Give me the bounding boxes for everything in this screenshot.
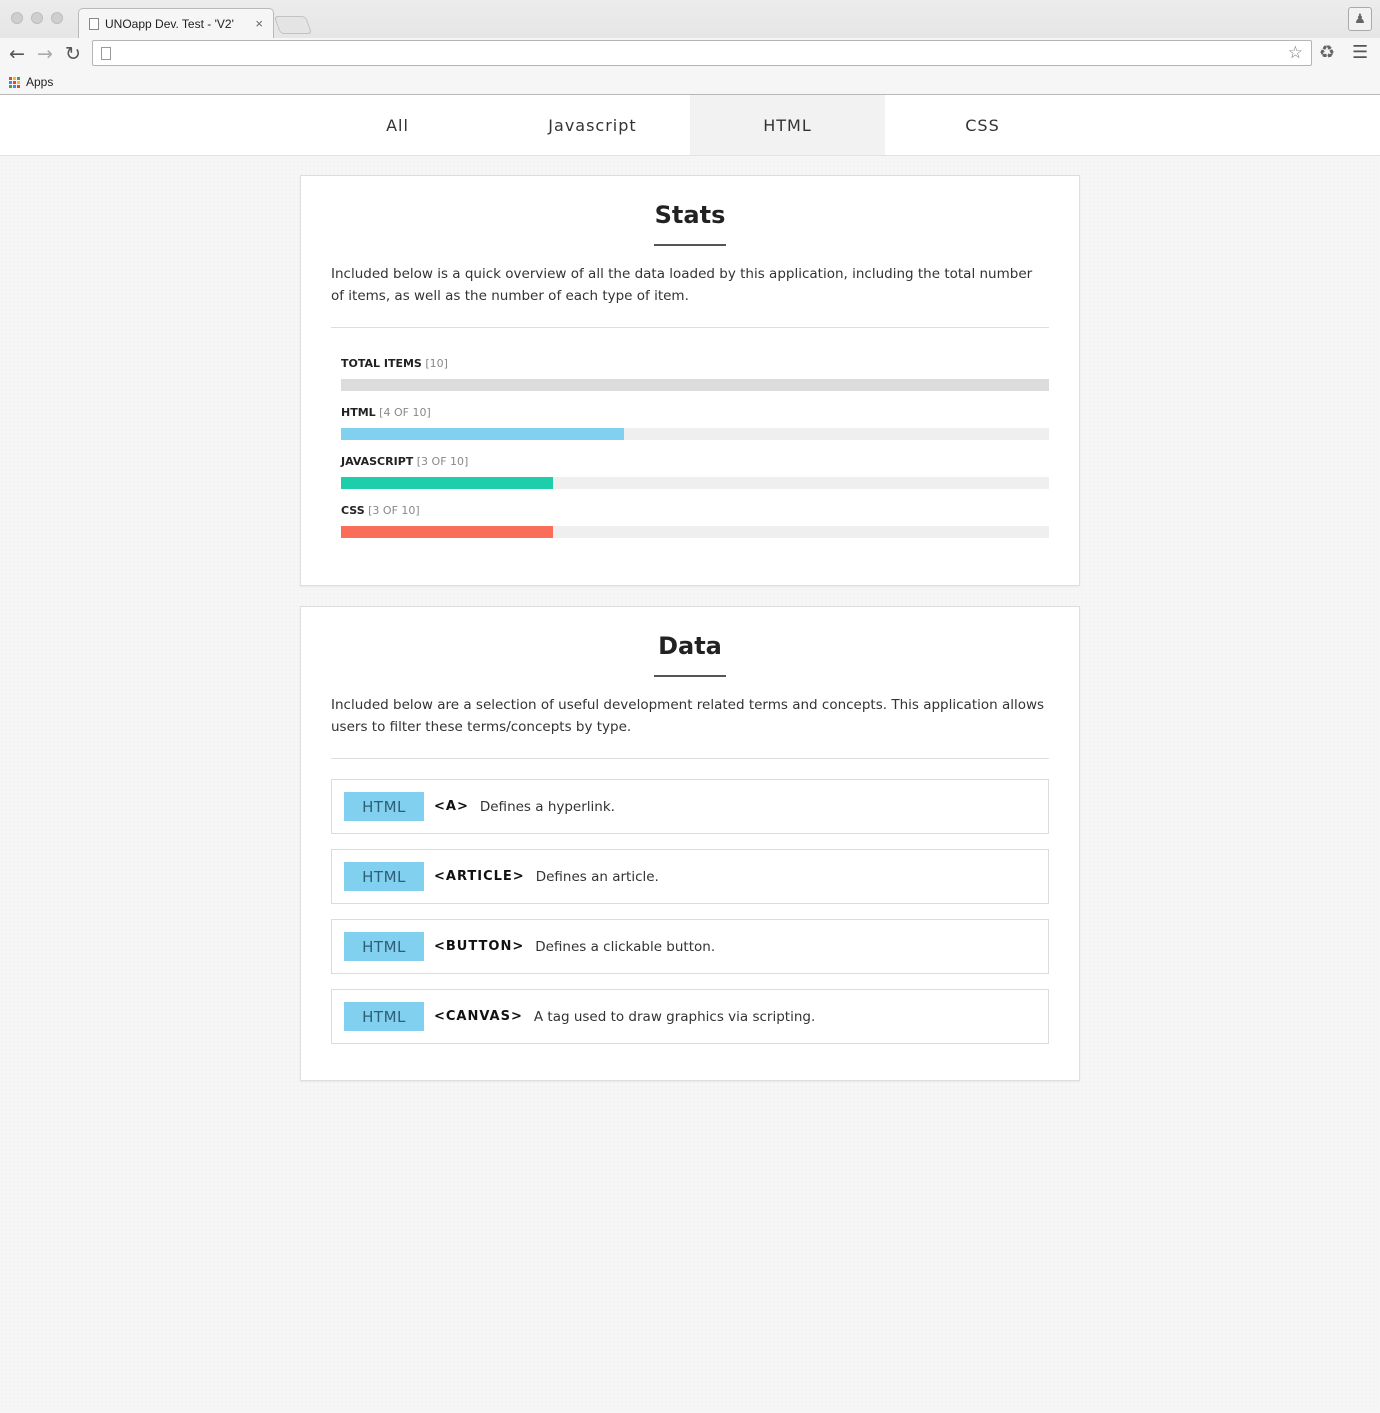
item-description: A tag used to draw graphics via scriptin… [533, 1008, 816, 1025]
forward-arrow-icon[interactable]: → [34, 42, 56, 66]
recycle-icon[interactable]: ♻ [1319, 42, 1335, 63]
stat-label: HTML [4 OF 10] [341, 406, 1049, 420]
stat-label: TOTAL ITEMS [10] [341, 357, 1049, 371]
stats-intro: Included below is a quick overview of al… [331, 266, 1033, 304]
zoom-window-button[interactable] [51, 12, 63, 24]
page-icon [89, 17, 99, 30]
menu-icon[interactable]: ☰ [1352, 42, 1368, 63]
reload-icon[interactable]: ↻ [62, 42, 84, 66]
list-item: HTML <A> Defines a hyperlink. [331, 779, 1049, 834]
stat-label: JAVASCRIPT [3 OF 10] [341, 455, 1049, 469]
browser-chrome: UNOapp Dev. Test - 'V2' × ♟ ← → ↻ ☆ ♻ ☰ … [0, 0, 1380, 95]
stat-count: [3 OF 10] [416, 455, 469, 468]
stat-row: JAVASCRIPT [3 OF 10] [341, 455, 1049, 504]
stat-name: JAVASCRIPT [341, 455, 414, 468]
stat-name: TOTAL ITEMS [341, 357, 422, 370]
item-description: Defines an article. [535, 868, 659, 885]
apps-dot [9, 76, 12, 80]
filter-tabs: All Javascript HTML CSS [300, 95, 1080, 155]
stat-bar-fill [341, 526, 554, 538]
stat-count: [4 OF 10] [379, 406, 431, 419]
stat-bar-track [341, 477, 1049, 489]
stat-bar-track [341, 428, 1049, 440]
apps-bookmark[interactable]: Apps [26, 75, 53, 89]
title-divider [654, 675, 726, 677]
list-item: HTML <CANVAS> A tag used to draw graphics … [331, 989, 1049, 1044]
apps-dot [13, 76, 16, 80]
item-tag: <A> [434, 799, 469, 814]
tab-html[interactable]: HTML [690, 95, 885, 155]
list-item: HTML <BUTTON> Defines a clickable button. [331, 919, 1049, 974]
address-bar[interactable]: ☆ [92, 40, 1312, 66]
apps-dot [13, 84, 16, 88]
list-item: HTML <ARTICLE> Defines an article. [331, 849, 1049, 904]
bookmarks-bar: Apps [0, 70, 1380, 94]
tab-close-icon[interactable]: × [255, 16, 263, 31]
stat-label: CSS [3 OF 10] [341, 504, 1049, 518]
filter-nav: All Javascript HTML CSS [0, 95, 1380, 156]
tab-title: UNOapp Dev. Test - 'V2' [105, 16, 234, 31]
address-input[interactable] [119, 45, 1288, 61]
apps-grid-icon[interactable] [9, 76, 20, 88]
minimize-window-button[interactable] [31, 12, 43, 24]
stat-bar-fill [341, 428, 625, 440]
stat-row: CSS [3 OF 10] [341, 504, 1049, 553]
window-controls [11, 12, 63, 24]
browser-tab[interactable]: UNOapp Dev. Test - 'V2' × [78, 8, 274, 38]
type-badge: HTML [344, 862, 424, 891]
item-tag: <BUTTON> [434, 939, 525, 954]
stat-row: HTML [4 OF 10] [341, 406, 1049, 455]
item-description: Defines a hyperlink. [479, 798, 615, 815]
stats-list: TOTAL ITEMS [10] HTML [4 OF 10] JAVASCRIPT… [341, 357, 1049, 553]
tab-css[interactable]: CSS [885, 95, 1080, 155]
apps-dot [17, 84, 20, 88]
item-tag: <CANVAS> [434, 1009, 523, 1024]
apps-dot [13, 80, 16, 84]
stat-row: TOTAL ITEMS [10] [341, 357, 1049, 406]
stat-bar-fill [341, 477, 554, 489]
bookmark-star-icon[interactable]: ☆ [1288, 43, 1303, 63]
tab-all[interactable]: All [300, 95, 495, 155]
stats-title: Stats [654, 201, 726, 229]
close-window-button[interactable] [11, 12, 23, 24]
data-card: Data Included below are a selection of u… [300, 606, 1080, 1081]
type-badge: HTML [344, 932, 424, 961]
data-title: Data [658, 632, 722, 660]
title-divider [654, 244, 726, 246]
type-badge: HTML [344, 792, 424, 821]
apps-dot [17, 76, 20, 80]
stat-count: [3 OF 10] [368, 504, 420, 517]
back-arrow-icon[interactable]: ← [6, 42, 28, 66]
type-badge: HTML [344, 1002, 424, 1031]
stats-card: Stats Included below is a quick overview… [300, 175, 1080, 586]
stat-bar-track [341, 526, 1049, 538]
apps-dot [17, 80, 20, 84]
apps-dot [9, 84, 12, 88]
stat-name: HTML [341, 406, 376, 419]
stat-bar-track [341, 379, 1049, 391]
stat-count: [10] [425, 357, 448, 370]
new-tab-button[interactable] [273, 16, 313, 34]
apps-dot [9, 80, 12, 84]
profile-icon[interactable]: ♟ [1348, 7, 1372, 31]
page-icon [101, 46, 111, 60]
item-tag: <ARTICLE> [434, 869, 525, 884]
stat-bar-fill [341, 379, 1049, 391]
stat-name: CSS [341, 504, 365, 517]
item-description: Defines a clickable button. [535, 938, 716, 955]
section-divider [331, 758, 1049, 759]
data-intro: Included below are a selection of useful… [331, 697, 1045, 735]
browser-toolbar: ← → ↻ ☆ ♻ ☰ [0, 38, 1380, 70]
data-list: HTML <A> Defines a hyperlink. HTML <ARTICLE>… [331, 779, 1049, 1044]
tab-javascript[interactable]: Javascript [495, 95, 690, 155]
section-divider [331, 327, 1049, 328]
